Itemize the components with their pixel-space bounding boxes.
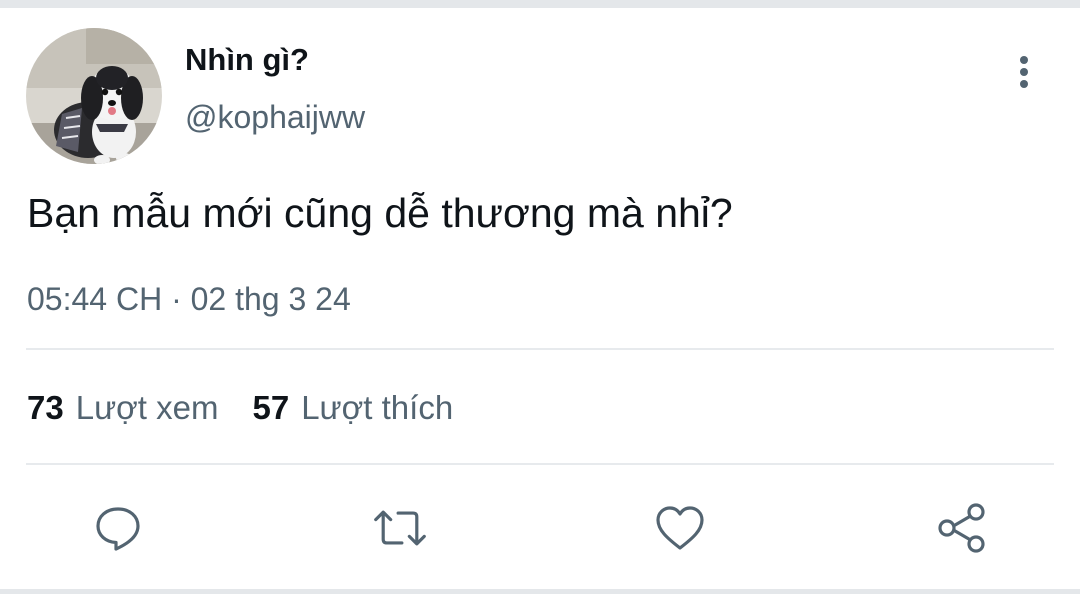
speech-bubble-icon: [96, 507, 140, 551]
like-button[interactable]: [652, 500, 708, 556]
top-border: [0, 0, 1080, 8]
display-name[interactable]: Nhìn gì?: [185, 42, 309, 78]
tweet-text: Bạn mẫu mới cũng dễ thương mà nhỉ?: [27, 190, 733, 236]
likes-label: Lượt thích: [301, 389, 454, 426]
tweet-timestamp[interactable]: 05:44 CH · 02 thg 3 24: [27, 281, 351, 318]
views-stat[interactable]: 73 Lượt xem: [27, 389, 218, 427]
divider-top: [26, 348, 1054, 350]
retweet-arrows-icon: [374, 510, 426, 546]
reply-button[interactable]: [90, 500, 146, 556]
more-options-button[interactable]: [1004, 50, 1044, 94]
vertical-dots-icon: [1020, 56, 1028, 88]
likes-count: 57: [252, 389, 290, 426]
divider-bottom: [26, 463, 1054, 465]
retweet-button[interactable]: [372, 500, 428, 556]
heart-icon: [656, 506, 704, 550]
views-label: Lượt xem: [75, 389, 219, 426]
likes-stat[interactable]: 57 Lượt thích: [252, 389, 453, 427]
avatar[interactable]: [26, 28, 162, 164]
views-count: 73: [27, 389, 64, 426]
user-handle[interactable]: @kophaijww: [185, 99, 365, 136]
share-nodes-icon: [938, 503, 985, 553]
dog-avatar-image: [26, 28, 162, 164]
share-button[interactable]: [934, 500, 990, 556]
bottom-border: [0, 589, 1080, 594]
tweet-stats: 73 Lượt xem 57 Lượt thích: [27, 389, 453, 427]
